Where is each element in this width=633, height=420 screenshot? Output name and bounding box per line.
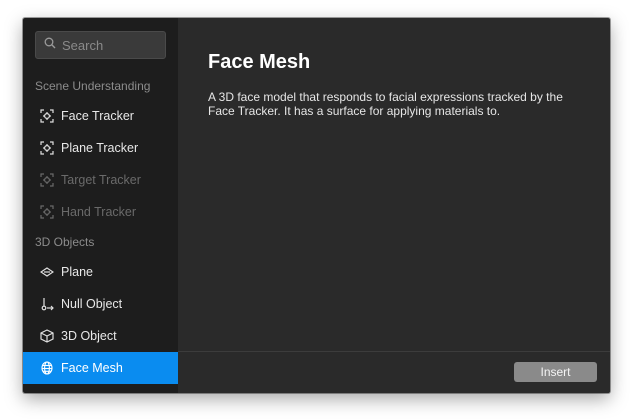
search-input[interactable] [62,37,162,53]
sidebar-item-face-mesh[interactable]: Face Mesh [23,352,178,384]
sidebar-item-label: Target Tracker [61,173,141,187]
plane-icon [40,265,54,279]
sidebar-item-plane-tracker[interactable]: Plane Tracker [23,132,178,164]
dialog-footer: Insert [178,351,610,393]
sidebar-item-label: Hand Tracker [61,205,137,219]
sidebar-item-label: Plane [61,265,93,279]
sidebar-item-3d-object[interactable]: 3D Object [23,320,178,352]
sidebar-item-target-tracker[interactable]: Target Tracker [23,164,178,196]
sidebar-item-label: 3D Object [61,329,117,343]
detail-title: Face Mesh [208,51,311,73]
search-icon [44,36,56,54]
insert-dialog: Scene Understanding Face Tracker Plane T… [23,18,610,393]
sidebar: Scene Understanding Face Tracker Plane T… [23,18,178,393]
sidebar-item-plane[interactable]: Plane [23,256,178,288]
tracker-icon [40,109,54,123]
sidebar-item-label: Plane Tracker [61,141,139,155]
sidebar-item-null-object[interactable]: Null Object [23,288,178,320]
face-mesh-icon [40,361,54,375]
section-scene-understanding: Scene Understanding [35,79,151,93]
detail-description: A 3D face model that responds to facial … [208,90,563,118]
insert-button[interactable]: Insert [514,362,597,382]
sidebar-item-face-tracker[interactable]: Face Tracker [23,100,178,132]
search-box[interactable] [35,31,166,59]
sidebar-item-hand-tracker[interactable]: Hand Tracker [23,196,178,228]
cube-icon [40,329,54,343]
null-object-icon [40,297,54,311]
section-3d-objects: 3D Objects [35,235,95,249]
sidebar-item-label: Face Mesh [61,361,123,375]
sidebar-item-label: Face Tracker [61,109,134,123]
tracker-icon [40,173,54,187]
detail-panel: Face Mesh A 3D face model that responds … [178,18,610,393]
tracker-icon [40,205,54,219]
tracker-icon [40,141,54,155]
sidebar-item-label: Null Object [61,297,123,311]
